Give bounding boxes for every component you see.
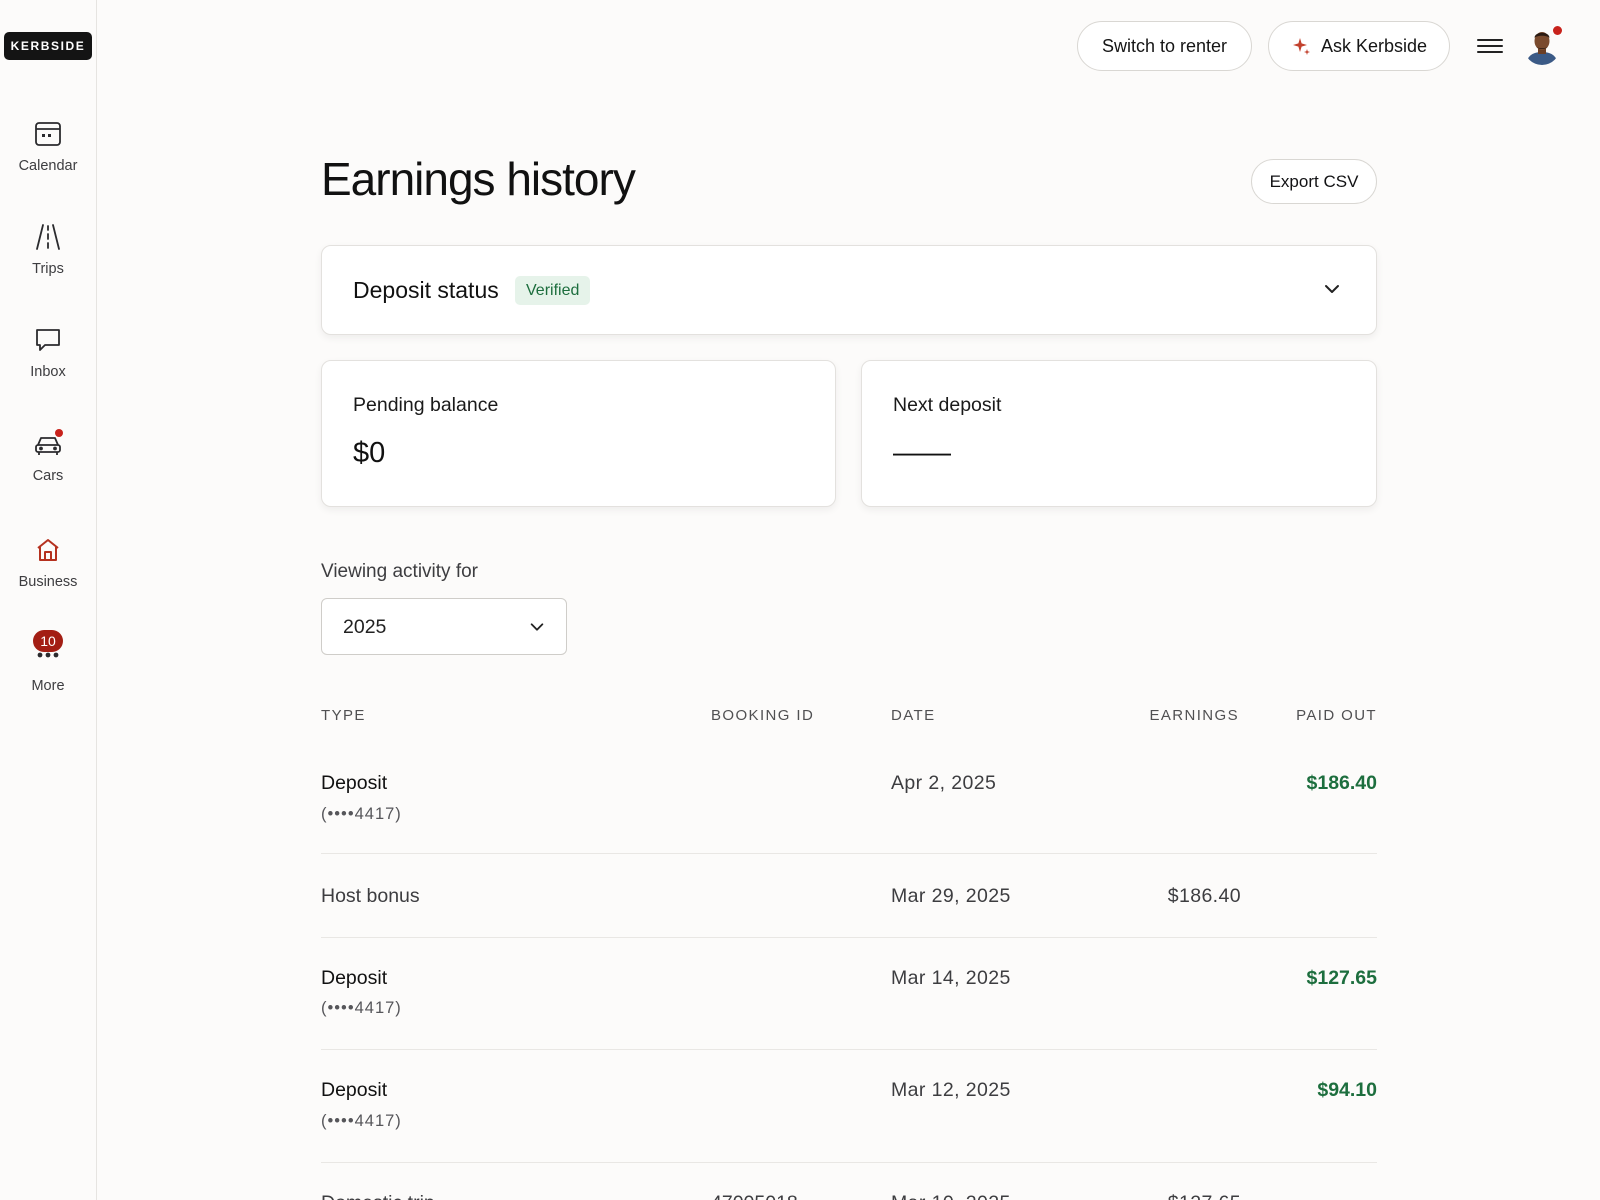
sidebar-item-cars[interactable]: Cars: [0, 429, 96, 510]
row-date: Mar 14, 2025: [891, 967, 1011, 989]
sparkle-icon: [1291, 36, 1311, 56]
chat-bubble-icon: [34, 326, 62, 354]
sidebar-item-label: Inbox: [30, 364, 66, 380]
ask-kerbside-label: Ask Kerbside: [1320, 35, 1428, 56]
column-header-date: DATE: [891, 707, 936, 724]
sidebar-item-more[interactable]: 10 More: [0, 630, 96, 720]
notification-dot: [1553, 26, 1562, 35]
year-select[interactable]: 2025: [321, 598, 567, 655]
row-account: (••••4417): [321, 999, 402, 1017]
notification-dot: [55, 429, 63, 437]
column-header-type: TYPE: [321, 707, 366, 724]
row-type: Host bonus: [321, 885, 420, 907]
next-deposit-card: Next deposit ——: [861, 360, 1377, 507]
row-date: Mar 10, 2025: [891, 1192, 1011, 1200]
row-type: Deposit: [321, 967, 388, 989]
row-account: (••••4417): [321, 805, 402, 823]
row-type: Domestic trip: [321, 1192, 435, 1200]
export-csv-button[interactable]: Export CSV: [1251, 159, 1377, 204]
sidebar-item-calendar[interactable]: Calendar: [0, 120, 96, 200]
column-header-paid-out: PAID OUT: [1296, 707, 1377, 724]
pending-balance-label: Pending balance: [353, 394, 499, 416]
row-date: Mar 12, 2025: [891, 1079, 1011, 1101]
sidebar-item-label: Trips: [32, 261, 64, 277]
table-row[interactable]: Deposit (••••4417) Apr 2, 2025 $186.40: [321, 742, 1377, 854]
kerbside-logo[interactable]: KERBSIDE: [4, 32, 92, 60]
row-paid-out: $186.40: [1306, 772, 1378, 794]
next-deposit-label: Next deposit: [893, 394, 1002, 416]
row-date: Mar 29, 2025: [891, 885, 1011, 907]
sidebar-item-trips[interactable]: Trips: [0, 223, 96, 303]
road-icon: [34, 223, 62, 251]
pending-balance-value: $0: [353, 437, 386, 469]
switch-to-renter-button[interactable]: Switch to renter: [1077, 21, 1252, 71]
table-row[interactable]: Domestic trip 47005018 Mar 10, 2025 $127…: [321, 1164, 1377, 1200]
row-type: Deposit: [321, 772, 388, 794]
car-icon: [34, 429, 63, 458]
row-booking-id: 47005018: [711, 1192, 798, 1200]
viewing-activity-label: Viewing activity for: [321, 561, 478, 582]
ellipsis-icon: 10: [33, 630, 63, 668]
table-row[interactable]: Host bonus Mar 29, 2025 $186.40: [321, 855, 1377, 938]
year-select-value: 2025: [343, 616, 387, 638]
column-header-earnings: EARNINGS: [1149, 707, 1239, 724]
row-earnings: $186.40: [1167, 885, 1241, 907]
status-badge: Verified: [515, 276, 591, 305]
hamburger-icon[interactable]: [1477, 35, 1503, 57]
page-title: Earnings history: [321, 153, 636, 205]
column-header-booking-id: BOOKING ID: [711, 707, 815, 724]
calendar-icon: [34, 120, 62, 148]
row-paid-out: $94.10: [1317, 1079, 1377, 1101]
sidebar-item-label: Business: [18, 574, 78, 590]
row-type: Deposit: [321, 1079, 388, 1101]
deposit-status-card[interactable]: Deposit status Verified: [321, 245, 1377, 335]
chevron-down-icon: [528, 618, 546, 636]
next-deposit-value: ——: [893, 437, 951, 469]
ask-kerbside-button[interactable]: Ask Kerbside: [1268, 21, 1450, 71]
table-row[interactable]: Deposit (••••4417) Mar 14, 2025 $127.65: [321, 939, 1377, 1050]
sidebar-item-label: More: [31, 678, 65, 694]
sidebar-item-label: Cars: [32, 468, 64, 484]
row-account: (••••4417): [321, 1112, 402, 1130]
row-paid-out: $127.65: [1306, 967, 1378, 989]
more-count-badge: 10: [33, 630, 63, 652]
deposit-status-title: Deposit status: [353, 277, 499, 303]
sidebar: KERBSIDE Calendar Trips Inbox Cars Busin…: [0, 0, 97, 1200]
chevron-down-icon: [1322, 279, 1342, 299]
row-earnings: $127.65: [1168, 1192, 1241, 1200]
sidebar-item-label: Calendar: [18, 158, 78, 174]
shop-icon: [34, 536, 62, 564]
table-row[interactable]: Deposit (••••4417) Mar 12, 2025 $94.10: [321, 1051, 1377, 1163]
row-date: Apr 2, 2025: [891, 772, 997, 794]
sidebar-item-inbox[interactable]: Inbox: [0, 326, 96, 406]
sidebar-item-business[interactable]: Business: [0, 536, 96, 616]
pending-balance-card: Pending balance $0: [321, 360, 836, 507]
